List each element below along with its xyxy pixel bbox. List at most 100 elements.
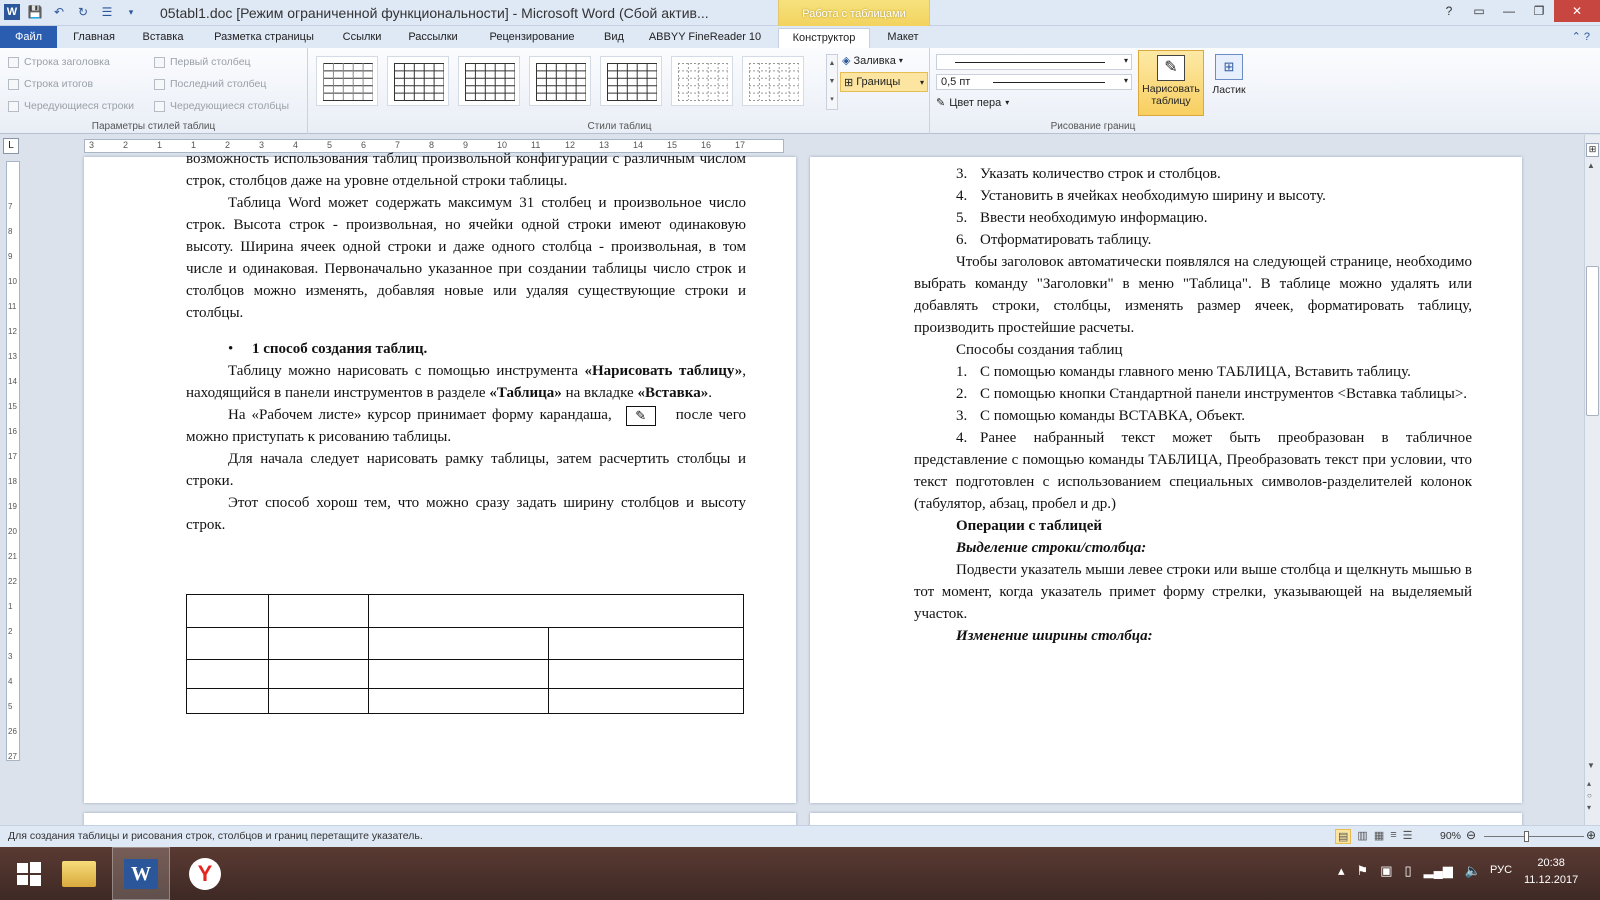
- scroll-up-icon[interactable]: ▲: [1587, 161, 1595, 170]
- battery-icon[interactable]: ▯: [1404, 863, 1411, 879]
- volume-icon[interactable]: 🔈: [1465, 863, 1481, 879]
- borders-button[interactable]: ⊞ Границы ▾: [840, 72, 928, 92]
- ribbon-tabs: Файл Главная Вставка Разметка страницы С…: [0, 26, 1600, 48]
- tab-mailings[interactable]: Рассылки: [400, 28, 466, 48]
- save-icon[interactable]: 💾: [26, 3, 44, 21]
- last-column-checkbox[interactable]: Последний столбец: [154, 78, 266, 90]
- table-cell[interactable]: [268, 687, 369, 715]
- help-icon[interactable]: ?: [1434, 0, 1464, 22]
- scroll-thumb[interactable]: [1586, 266, 1599, 416]
- table-cell[interactable]: [186, 593, 269, 629]
- network-icon[interactable]: ▂▄▆: [1424, 863, 1453, 879]
- print-layout-icon[interactable]: ▤: [1335, 829, 1352, 844]
- table-style-thumbnail[interactable]: [742, 56, 804, 106]
- table-cell[interactable]: [268, 593, 369, 629]
- drawn-table[interactable]: [186, 593, 744, 715]
- close-button[interactable]: ✕: [1554, 0, 1600, 22]
- banded-columns-checkbox[interactable]: Чередующиеся столбцы: [154, 100, 289, 112]
- tab-home[interactable]: Главная: [64, 28, 124, 48]
- table-cell[interactable]: [548, 687, 744, 715]
- total-row-checkbox[interactable]: Строка итогов: [8, 78, 93, 90]
- draw-table-button[interactable]: ✎ Нарисовать таблицу: [1138, 50, 1204, 116]
- undo-icon[interactable]: ↶: [50, 3, 68, 21]
- table-style-thumbnail[interactable]: [387, 56, 449, 106]
- prev-page-icon[interactable]: ▴: [1587, 779, 1591, 788]
- zoom-slider[interactable]: [1484, 836, 1584, 837]
- vertical-scrollbar[interactable]: ⊞ ▲ ▼ ▴ ○ ▾: [1584, 135, 1600, 825]
- first-column-checkbox[interactable]: Первый столбец: [154, 56, 251, 68]
- shading-button[interactable]: ◈ Заливка ▾: [842, 54, 903, 68]
- tab-abbyy[interactable]: ABBYY FineReader 10: [642, 28, 768, 48]
- redo-icon[interactable]: ↻: [74, 3, 92, 21]
- yandex-browser-button[interactable]: Y: [176, 847, 234, 900]
- zoom-level[interactable]: 90%: [1440, 830, 1461, 842]
- table-style-thumbnail[interactable]: [458, 56, 520, 106]
- tab-design[interactable]: Конструктор: [778, 28, 870, 48]
- reading-layout-icon[interactable]: ▥: [1357, 829, 1367, 844]
- outline-icon[interactable]: ≡: [1390, 829, 1396, 844]
- quick-access-toolbar: W 💾 ↶ ↻ ☰ ▾: [4, 3, 140, 21]
- table-style-thumbnail[interactable]: [600, 56, 662, 106]
- word-taskbar-button[interactable]: W: [112, 847, 170, 900]
- table-style-thumbnail[interactable]: [671, 56, 733, 106]
- customize-qat-icon[interactable]: ▾: [122, 3, 140, 21]
- table-cell[interactable]: [268, 627, 369, 660]
- tab-references[interactable]: Ссылки: [334, 28, 390, 48]
- table-cell[interactable]: [368, 687, 549, 715]
- draft-icon[interactable]: ☰: [1403, 829, 1413, 844]
- ruler-number: 10: [8, 277, 17, 286]
- folder-icon: [62, 860, 96, 887]
- list-item: 3. Указать количество строк и столбцов.: [914, 163, 1472, 185]
- page-left-text[interactable]: возможность использования таблиц произво…: [186, 148, 746, 536]
- word-icon[interactable]: W: [4, 4, 20, 20]
- list-item: 3. С помощью команды ВСТАВКА, Объект.: [914, 405, 1472, 427]
- header-row-checkbox[interactable]: Строка заголовка: [8, 56, 110, 68]
- banded-rows-checkbox[interactable]: Чередующиеся строки: [8, 100, 134, 112]
- table-cell[interactable]: [186, 687, 269, 715]
- zoom-slider-thumb[interactable]: [1524, 831, 1529, 842]
- collapse-ribbon-icon[interactable]: ⌃ ?: [1572, 30, 1590, 43]
- restore-button[interactable]: ❐: [1524, 0, 1554, 22]
- tab-selector-icon[interactable]: L: [3, 138, 19, 154]
- zoom-in-icon[interactable]: ⊕: [1586, 828, 1596, 842]
- vertical-ruler[interactable]: 7 8 9 10 11 12 13 14 15 16 17 18 19 20 21 22 1 2 3 4 5 26 27: [0, 157, 24, 817]
- tab-layout[interactable]: Макет: [876, 28, 930, 48]
- action-center-icon[interactable]: ⚑: [1357, 863, 1369, 879]
- list-icon[interactable]: ☰: [98, 3, 116, 21]
- table-style-thumbnail[interactable]: [316, 56, 378, 106]
- tab-review[interactable]: Рецензирование: [476, 28, 588, 48]
- ribbon-display-icon[interactable]: ▭: [1464, 0, 1494, 22]
- tab-file[interactable]: Файл: [0, 26, 57, 48]
- split-icon[interactable]: ⊞: [1586, 143, 1599, 157]
- eraser-button[interactable]: ⊞ Ластик: [1208, 52, 1250, 112]
- zoom-out-icon[interactable]: ⊖: [1466, 828, 1476, 842]
- clock[interactable]: 20:38 11.12.2017: [1524, 855, 1578, 889]
- table-cell[interactable]: [186, 658, 269, 689]
- explorer-button[interactable]: [50, 847, 108, 900]
- input-language[interactable]: РУС: [1490, 864, 1512, 876]
- table-cell[interactable]: [548, 658, 744, 689]
- line-weight-select[interactable]: 0,5 пт ▾: [936, 74, 1132, 90]
- web-layout-icon[interactable]: ▦: [1374, 829, 1384, 844]
- line-style-select[interactable]: ▾: [936, 54, 1132, 70]
- gallery-scroll[interactable]: ▲ ▼ ▾: [826, 54, 838, 110]
- table-cell[interactable]: [186, 627, 269, 660]
- tab-insert[interactable]: Вставка: [132, 28, 194, 48]
- table-style-thumbnail[interactable]: [529, 56, 591, 106]
- scroll-down-icon[interactable]: ▼: [1587, 761, 1595, 770]
- tray-arrow-icon[interactable]: ▴: [1338, 863, 1345, 879]
- tab-view[interactable]: Вид: [596, 28, 632, 48]
- pen-color-button[interactable]: ✎ Цвет пера ▾: [936, 96, 1009, 110]
- page-right-text[interactable]: 3. Указать количество строк и столбцов. 4.…: [914, 163, 1472, 647]
- table-cell[interactable]: [368, 593, 744, 629]
- list-item: 6. Отформатировать таблицу.: [914, 229, 1472, 251]
- table-cell[interactable]: [368, 627, 549, 660]
- table-cell[interactable]: [548, 627, 744, 660]
- minimize-button[interactable]: —: [1494, 0, 1524, 22]
- table-cell[interactable]: [368, 658, 549, 689]
- browse-object-icon[interactable]: ○: [1587, 791, 1592, 800]
- table-cell[interactable]: [268, 658, 369, 689]
- device-icon[interactable]: ▣: [1380, 863, 1392, 879]
- tab-page-layout[interactable]: Разметка страницы: [204, 28, 324, 48]
- next-page-icon[interactable]: ▾: [1587, 803, 1591, 812]
